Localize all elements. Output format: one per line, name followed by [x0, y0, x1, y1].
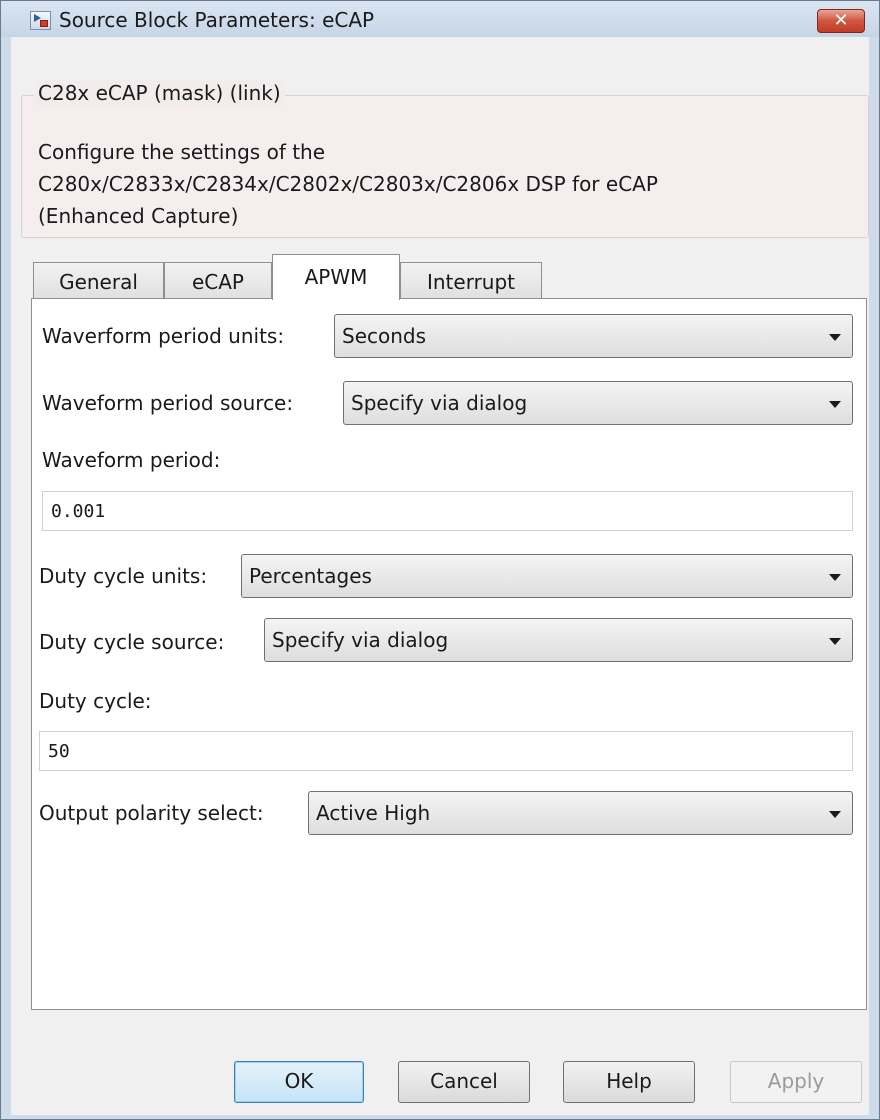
period-source-value: Specify via dialog	[351, 391, 528, 415]
period-source-label: Waveform period source:	[42, 391, 294, 415]
title-bar[interactable]: Source Block Parameters: eCAP ✕	[1, 1, 879, 37]
duty-source-value: Specify via dialog	[272, 628, 449, 652]
duty-units-value: Percentages	[249, 564, 372, 588]
duty-source-label: Duty cycle source:	[39, 630, 225, 654]
duty-units-label: Duty cycle units:	[39, 564, 208, 588]
duty-label: Duty cycle:	[39, 689, 152, 713]
cancel-button[interactable]: Cancel	[398, 1061, 530, 1103]
close-button[interactable]: ✕	[817, 9, 865, 33]
polarity-label: Output polarity select:	[39, 801, 264, 825]
simulink-block-icon	[30, 11, 51, 30]
chevron-down-icon	[829, 401, 841, 408]
chevron-down-icon	[829, 811, 841, 818]
period-units-label: Waverform period units:	[42, 324, 285, 348]
period-units-dropdown[interactable]: Seconds	[334, 314, 853, 358]
mask-description-line: (Enhanced Capture)	[38, 204, 239, 228]
chevron-down-icon	[829, 334, 841, 341]
polarity-dropdown[interactable]: Active High	[308, 791, 853, 835]
period-input[interactable]	[42, 491, 853, 531]
tab-apwm[interactable]: APWM	[272, 254, 400, 300]
ok-button[interactable]: OK	[234, 1061, 364, 1103]
help-button[interactable]: Help	[563, 1061, 695, 1103]
mask-group-legend: C28x eCAP (mask) (link)	[34, 80, 285, 106]
window-title: Source Block Parameters: eCAP	[59, 8, 375, 32]
tab-ecap[interactable]: eCAP	[164, 262, 272, 299]
mask-description-line: C280x/C2833x/C2834x/C2802x/C2803x/C2806x…	[38, 172, 658, 196]
duty-input[interactable]	[39, 731, 853, 771]
tab-interrupt[interactable]: Interrupt	[400, 262, 542, 299]
apply-button[interactable]: Apply	[730, 1061, 862, 1103]
duty-source-dropdown[interactable]: Specify via dialog	[264, 618, 853, 662]
mask-description: Configure the settings of the C280x/C283…	[38, 136, 858, 232]
tab-general[interactable]: General	[33, 262, 164, 299]
period-units-value: Seconds	[342, 324, 427, 348]
period-source-dropdown[interactable]: Specify via dialog	[343, 381, 853, 425]
period-label: Waveform period:	[42, 448, 221, 472]
polarity-value: Active High	[316, 801, 431, 825]
chevron-down-icon	[829, 638, 841, 645]
mask-description-line: Configure the settings of the	[38, 140, 326, 164]
duty-units-dropdown[interactable]: Percentages	[241, 554, 853, 598]
chevron-down-icon	[829, 574, 841, 581]
